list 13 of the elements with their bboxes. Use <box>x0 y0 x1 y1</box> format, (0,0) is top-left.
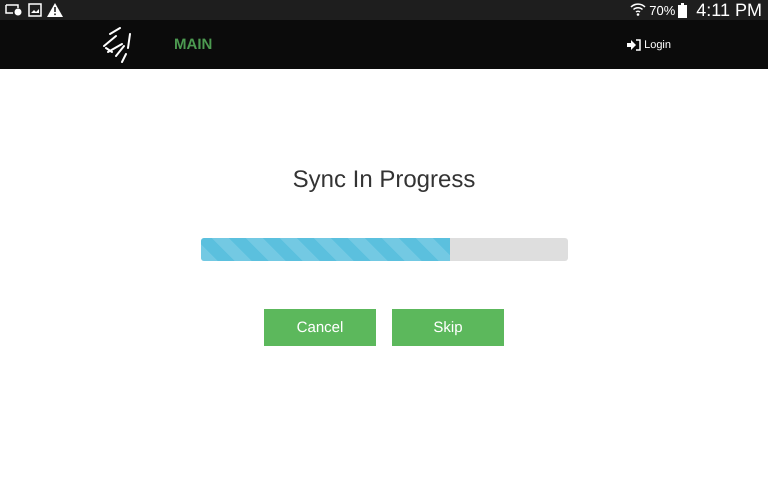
action-button[interactable]: Skip <box>392 309 504 346</box>
page-title: MAIN <box>174 36 214 53</box>
battery-icon <box>678 2 688 18</box>
warning-icon <box>47 3 63 17</box>
clock: 4:11 PM <box>696 0 762 20</box>
login-icon <box>627 38 642 50</box>
battery-percent: 70% <box>649 2 676 18</box>
action-button[interactable]: Cancel <box>264 309 376 346</box>
sync-heading: Sync In Progress <box>292 166 476 195</box>
wifi-icon <box>630 2 646 18</box>
login-link[interactable]: Login <box>627 38 671 50</box>
screen-cast-icon <box>5 4 23 16</box>
image-icon <box>28 3 42 17</box>
